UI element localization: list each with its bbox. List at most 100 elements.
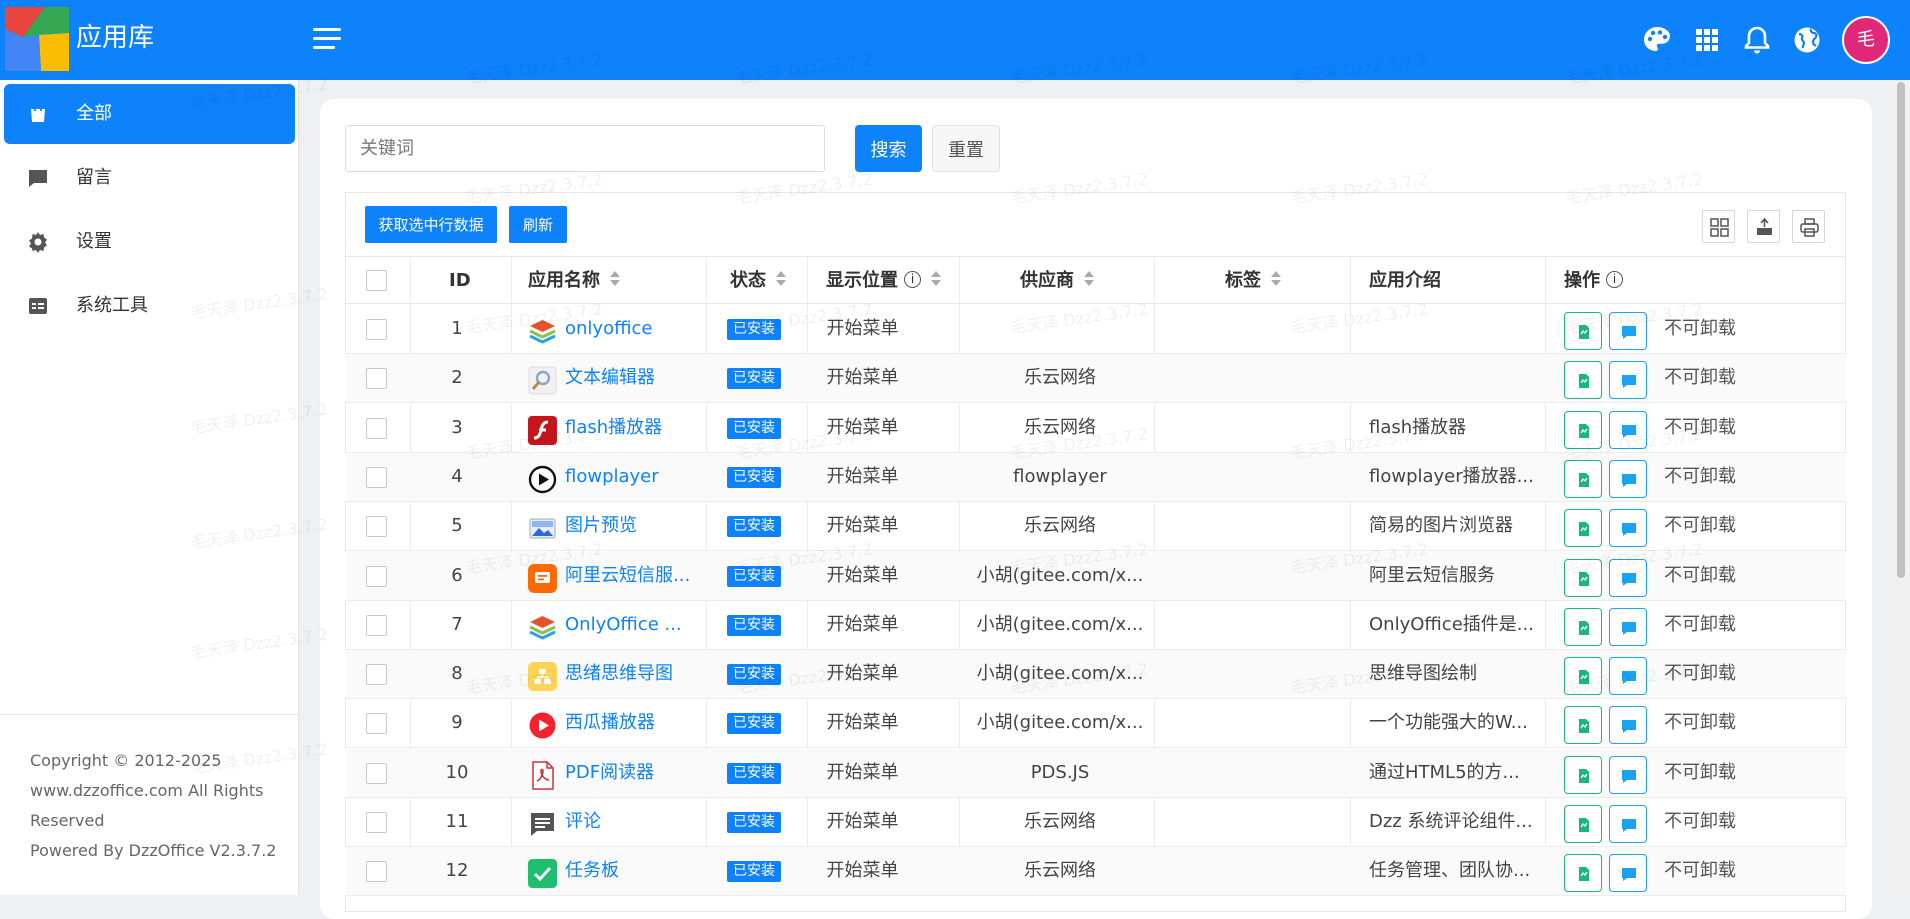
cell-intro (1369, 305, 1559, 353)
cell-tag (1160, 502, 1355, 550)
column-header-vendor[interactable]: 供应商 (1020, 257, 1094, 305)
cell-tag (1160, 749, 1355, 797)
column-header-app-name[interactable]: 应用名称 (528, 257, 620, 305)
row-checkbox[interactable] (366, 664, 387, 686)
edit-button[interactable] (1564, 509, 1602, 548)
app-name-link[interactable]: PDF阅读器 (565, 749, 654, 797)
row-checkbox[interactable] (366, 466, 387, 488)
scroll-thumb[interactable] (1897, 82, 1905, 578)
comment-button[interactable] (1609, 657, 1647, 696)
app-name-link[interactable]: 思绪思维导图 (565, 650, 673, 698)
comment-button[interactable] (1609, 755, 1647, 794)
chat-bubble-icon (1622, 424, 1636, 438)
cell-tag (1160, 305, 1355, 353)
get-selected-rows-button[interactable]: 获取选中行数据 (365, 206, 497, 243)
comment-button[interactable] (1609, 312, 1647, 350)
flash-icon (528, 415, 557, 445)
comment-icon (528, 810, 557, 839)
refresh-button[interactable]: 刷新 (509, 206, 567, 243)
app-name-link[interactable]: 文本编辑器 (565, 354, 655, 402)
comment-button[interactable] (1609, 558, 1647, 597)
uninstall-status: 不可卸载 (1664, 367, 1736, 389)
row-checkbox[interactable] (366, 861, 387, 883)
edit-button[interactable] (1564, 361, 1602, 400)
row-checkbox[interactable] (366, 417, 387, 439)
menu-toggle-icon[interactable] (313, 28, 341, 52)
user-avatar[interactable]: 毛 (1842, 16, 1890, 64)
cell-intro: 任务管理、团队协... (1369, 860, 1531, 882)
row-checkbox[interactable] (366, 762, 387, 784)
columns-filter-button[interactable] (1702, 210, 1735, 243)
sidebar-item-system-tools[interactable]: 系统工具 (4, 276, 295, 336)
row-checkbox[interactable] (366, 368, 387, 390)
apps-grid-icon[interactable] (1691, 24, 1723, 56)
sort-icon (610, 271, 620, 287)
edit-button[interactable] (1564, 657, 1602, 696)
select-all-checkbox[interactable] (366, 270, 387, 291)
column-header-label: 状态 (730, 270, 766, 291)
uninstall-status: 不可卸载 (1664, 663, 1736, 685)
globe-icon[interactable] (1791, 24, 1823, 56)
table-row: 4 flowplayer 已安装 开始菜单 flowplayer flowplayer播放… (345, 452, 1846, 502)
row-checkbox[interactable] (366, 516, 387, 538)
comment-button[interactable] (1609, 459, 1647, 498)
keyword-search-input[interactable] (345, 125, 825, 172)
bell-icon[interactable] (1741, 24, 1773, 56)
page-scrollbar[interactable] (1892, 80, 1910, 895)
app-name-link[interactable]: 图片预览 (565, 502, 637, 550)
export-button[interactable] (1747, 210, 1780, 243)
cell-tag (1160, 699, 1355, 747)
app-name-link[interactable]: flowplayer (565, 453, 659, 501)
edit-button[interactable] (1564, 459, 1602, 498)
column-header-tag[interactable]: 标签 (1225, 257, 1281, 305)
search-button[interactable]: 搜索 (855, 125, 922, 172)
edit-button[interactable] (1564, 312, 1602, 350)
cell-intro: Dzz 系统评论组件... (1369, 811, 1533, 832)
column-header-position[interactable]: 显示位置 i (826, 257, 941, 305)
print-button[interactable] (1792, 210, 1825, 243)
edit-button[interactable] (1564, 410, 1602, 449)
message-icon (29, 170, 47, 187)
edit-button[interactable] (1564, 706, 1602, 745)
sidebar-item-all[interactable]: 全部 (4, 84, 295, 144)
row-checkbox[interactable] (366, 713, 387, 735)
edit-button[interactable] (1564, 805, 1602, 843)
chat-bubble-icon (1622, 375, 1636, 389)
palette-icon[interactable] (1641, 24, 1673, 56)
row-checkbox[interactable] (366, 565, 387, 587)
edit-button[interactable] (1564, 854, 1602, 893)
edit-button[interactable] (1564, 558, 1602, 597)
app-name-link[interactable]: 评论 (565, 798, 601, 846)
comment-button[interactable] (1609, 805, 1647, 843)
sidebar-item-messages[interactable]: 留言 (4, 148, 295, 208)
row-checkbox[interactable] (366, 614, 387, 636)
comment-button[interactable] (1609, 361, 1647, 400)
cell-vendor: 小胡(gitee.com/x... (976, 663, 1144, 685)
reset-button[interactable]: 重置 (932, 125, 1000, 172)
row-checkbox[interactable] (366, 812, 387, 833)
cell-intro: 一个功能强大的W... (1369, 712, 1528, 734)
table-row: 2 文本编辑器 已安装 开始菜单 乐云网络 不可卸载 (345, 354, 1846, 404)
row-checkbox[interactable] (366, 319, 387, 340)
edit-button[interactable] (1564, 607, 1602, 646)
comment-button[interactable] (1609, 509, 1647, 548)
edit-button[interactable] (1564, 755, 1602, 794)
comment-button[interactable] (1609, 607, 1647, 646)
uninstall-status: 不可卸载 (1664, 564, 1736, 586)
app-name-link[interactable]: 阿里云短信服... (565, 552, 690, 600)
column-header-label: 标签 (1225, 270, 1261, 291)
pdf-icon (528, 760, 557, 790)
app-name-link[interactable]: flash播放器 (565, 404, 662, 452)
cell-id: 1 (451, 318, 463, 339)
comment-button[interactable] (1609, 410, 1647, 449)
sidebar-item-settings[interactable]: 设置 (4, 212, 295, 272)
app-name-link[interactable]: OnlyOffice ... (565, 601, 682, 649)
comment-button[interactable] (1609, 706, 1647, 745)
column-header-status[interactable]: 状态 (730, 257, 786, 305)
app-name-link[interactable]: onlyoffice (565, 305, 652, 353)
status-badge: 已安装 (727, 368, 781, 390)
comment-button[interactable] (1609, 854, 1647, 893)
chat-bubble-icon (1622, 473, 1636, 487)
app-name-link[interactable]: 西瓜播放器 (565, 699, 655, 747)
app-name-link[interactable]: 任务板 (565, 847, 619, 895)
